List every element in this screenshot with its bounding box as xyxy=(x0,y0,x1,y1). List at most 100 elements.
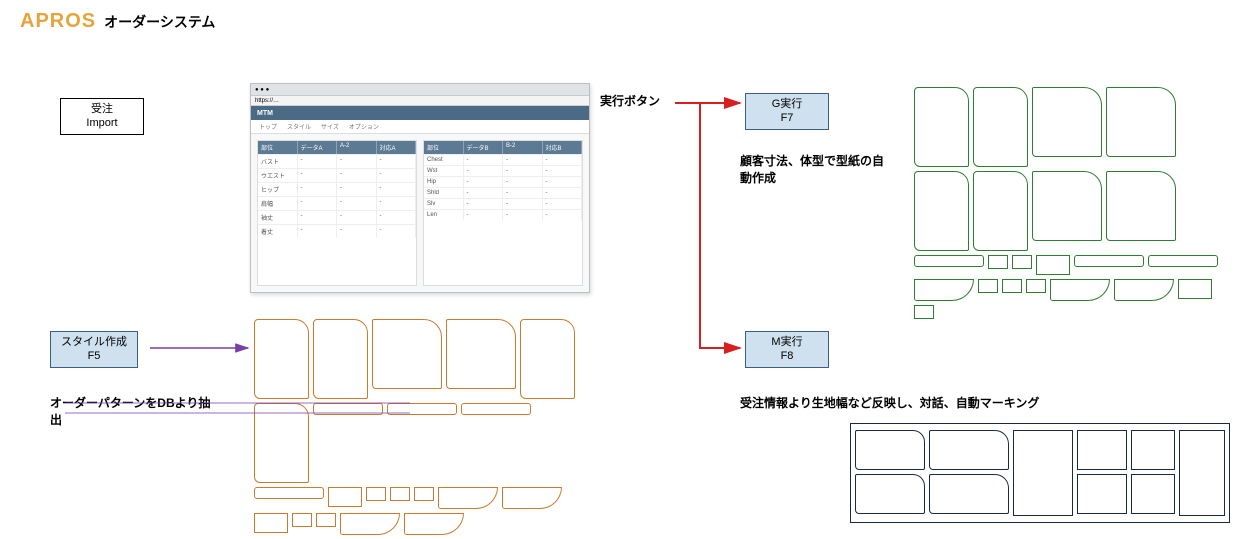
th: データB xyxy=(464,141,504,154)
mini-table-right: 部位 データB B-2 対応B Chest--- Wst--- Hip--- S… xyxy=(423,140,583,286)
th: 部位 xyxy=(424,141,464,154)
pattern-piece xyxy=(438,487,498,509)
pattern-piece xyxy=(1178,279,1212,299)
marking-layout xyxy=(850,423,1230,523)
pattern-piece xyxy=(387,403,457,415)
m-exec-desc: 受注情報より生地幅など反映し、対話、自動マーキング xyxy=(740,395,1200,412)
td: Wst xyxy=(424,166,464,176)
pattern-piece xyxy=(1077,430,1127,470)
pattern-piece xyxy=(254,513,288,533)
browser-tab[interactable]: スタイル xyxy=(287,122,311,131)
td: Slv xyxy=(424,199,464,209)
pattern-piece xyxy=(1179,430,1225,516)
brand-logo: APROS xyxy=(20,10,96,33)
browser-titlebar: ● ● ● xyxy=(251,84,589,96)
pattern-piece xyxy=(316,513,336,527)
pattern-piece xyxy=(1131,474,1175,514)
pattern-piece xyxy=(1002,279,1022,293)
exec-button-label: 実行ボタン xyxy=(600,93,660,110)
pattern-piece xyxy=(855,430,925,470)
pattern-piece xyxy=(254,487,324,499)
pattern-piece xyxy=(292,513,312,527)
g-exec-label-1: G実行 xyxy=(756,97,818,111)
pattern-piece xyxy=(313,403,383,415)
pattern-piece xyxy=(366,487,386,501)
td: Hip xyxy=(424,177,464,187)
pattern-piece xyxy=(254,319,309,399)
g-exec-button[interactable]: G実行 F7 xyxy=(745,93,829,130)
td: バスト xyxy=(258,155,298,168)
import-label-2: Import xyxy=(71,116,133,130)
pattern-piece xyxy=(1032,171,1102,241)
browser-body: 部位 データA A-2 対応A バスト--- ウエスト--- ヒップ--- 肩幅… xyxy=(251,134,589,292)
td: ウエスト xyxy=(258,169,298,182)
pattern-piece xyxy=(914,255,984,267)
style-label-2: F5 xyxy=(61,349,127,363)
mini-table-left: 部位 データA A-2 対応A バスト--- ウエスト--- ヒップ--- 肩幅… xyxy=(257,140,417,286)
th: 対応A xyxy=(377,141,417,154)
pattern-piece xyxy=(1077,474,1127,514)
pattern-pieces-green xyxy=(910,83,1230,343)
td: 肩幅 xyxy=(258,197,298,210)
pattern-piece xyxy=(520,319,575,399)
th: 部位 xyxy=(258,141,298,154)
pattern-piece xyxy=(1032,87,1102,157)
pattern-piece xyxy=(929,474,1009,514)
pattern-piece xyxy=(929,430,1009,470)
import-button[interactable]: 受注 Import xyxy=(60,98,144,135)
m-exec-label-2: F8 xyxy=(756,349,818,363)
pattern-piece xyxy=(914,305,934,319)
pattern-piece xyxy=(1026,279,1046,293)
pattern-piece xyxy=(978,279,998,293)
pattern-piece xyxy=(254,403,309,483)
td: 着丈 xyxy=(258,225,298,238)
pattern-piece xyxy=(1036,255,1070,275)
g-exec-desc: 顧客寸法、体型で型紙の自動作成 xyxy=(740,153,890,187)
pattern-piece xyxy=(461,403,531,415)
pattern-piece xyxy=(340,513,400,535)
pattern-piece xyxy=(404,513,464,535)
td: ヒップ xyxy=(258,183,298,196)
pattern-pieces-orange xyxy=(250,315,590,525)
pattern-piece xyxy=(855,474,925,514)
g-exec-label-2: F7 xyxy=(756,111,818,125)
pattern-piece xyxy=(446,319,516,389)
pattern-piece xyxy=(1012,255,1032,269)
pattern-piece xyxy=(1131,430,1175,470)
m-exec-label-1: M実行 xyxy=(756,335,818,349)
pattern-piece xyxy=(1106,171,1176,241)
browser-tab[interactable]: トップ xyxy=(259,122,277,131)
browser-tab[interactable]: オプション xyxy=(349,122,379,131)
style-create-button[interactable]: スタイル作成 F5 xyxy=(50,331,138,368)
style-label-1: スタイル作成 xyxy=(61,335,127,349)
browser-mock: ● ● ● https://… MTM トップ スタイル サイズ オプション 部… xyxy=(250,83,590,293)
pattern-piece xyxy=(328,487,362,507)
pattern-piece xyxy=(1050,279,1110,301)
db-extract-label: オーダーパターンをDBより抽出 xyxy=(50,395,220,429)
m-exec-button[interactable]: M実行 F8 xyxy=(745,331,829,368)
pattern-piece xyxy=(1106,87,1176,157)
pattern-piece xyxy=(1148,255,1218,267)
pattern-piece xyxy=(1074,255,1144,267)
th: データA xyxy=(298,141,338,154)
header: APROS オーダーシステム xyxy=(20,10,1236,33)
browser-appbar: MTM xyxy=(251,106,589,120)
pattern-piece xyxy=(1013,430,1073,516)
td: Shld xyxy=(424,188,464,198)
browser-tabs: トップ スタイル サイズ オプション xyxy=(251,120,589,134)
td: 袖丈 xyxy=(258,211,298,224)
pattern-piece xyxy=(313,319,368,399)
pattern-piece xyxy=(988,255,1008,269)
browser-tab[interactable]: サイズ xyxy=(321,122,339,131)
pattern-piece xyxy=(1114,279,1174,301)
th: B-2 xyxy=(503,141,543,154)
browser-urlbar: https://… xyxy=(251,96,589,106)
pattern-piece xyxy=(414,487,434,501)
pattern-piece xyxy=(914,279,974,301)
import-label-1: 受注 xyxy=(71,102,133,116)
td: Chest xyxy=(424,155,464,165)
th: 対応B xyxy=(543,141,583,154)
brand-subtitle: オーダーシステム xyxy=(104,12,215,32)
pattern-piece xyxy=(973,171,1028,251)
th: A-2 xyxy=(337,141,377,154)
